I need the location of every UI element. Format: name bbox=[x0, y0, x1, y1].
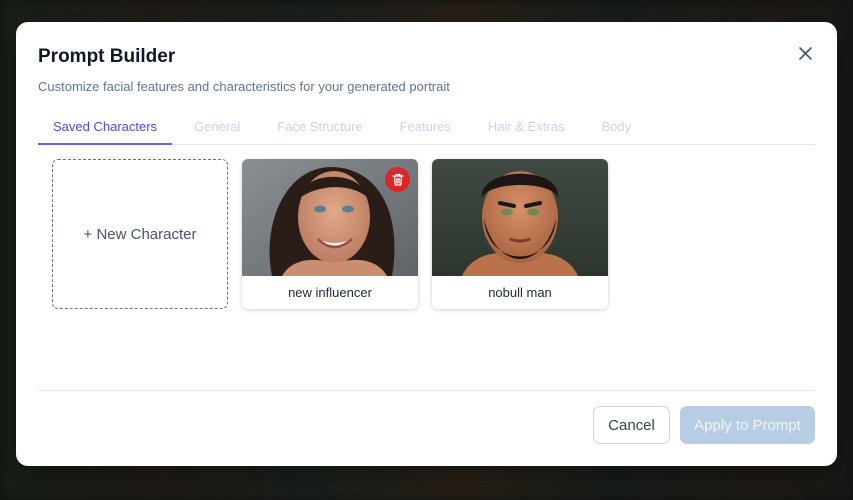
character-grid: + New Character new influencer nobull ma… bbox=[52, 159, 608, 309]
tab-body[interactable]: Body bbox=[586, 114, 646, 145]
close-icon bbox=[798, 46, 812, 60]
character-name: nobull man bbox=[488, 285, 552, 300]
dialog-title: Prompt Builder bbox=[38, 46, 176, 67]
tab-features[interactable]: Features bbox=[385, 114, 466, 145]
cancel-button[interactable]: Cancel bbox=[593, 406, 670, 444]
character-portrait-image bbox=[432, 159, 608, 276]
delete-character-button[interactable] bbox=[385, 167, 410, 192]
trash-icon bbox=[391, 173, 404, 186]
apply-to-prompt-button[interactable]: Apply to Prompt bbox=[680, 406, 815, 444]
tab-hair-extras[interactable]: Hair & Extras bbox=[473, 114, 580, 145]
new-character-card[interactable]: + New Character bbox=[52, 159, 228, 309]
tab-face-structure[interactable]: Face Structure bbox=[262, 114, 377, 145]
close-button[interactable] bbox=[795, 43, 815, 63]
tab-bar: Saved Characters General Face Structure … bbox=[38, 114, 815, 145]
character-card[interactable]: nobull man bbox=[432, 159, 608, 309]
character-name: new influencer bbox=[288, 285, 372, 300]
prompt-builder-dialog: Prompt Builder Customize facial features… bbox=[16, 22, 837, 466]
footer-divider bbox=[38, 390, 815, 391]
tab-general[interactable]: General bbox=[179, 114, 255, 145]
character-card[interactable]: new influencer bbox=[242, 159, 418, 309]
tab-saved-characters[interactable]: Saved Characters bbox=[38, 114, 173, 145]
dialog-subtitle: Customize facial features and characteri… bbox=[38, 79, 450, 94]
